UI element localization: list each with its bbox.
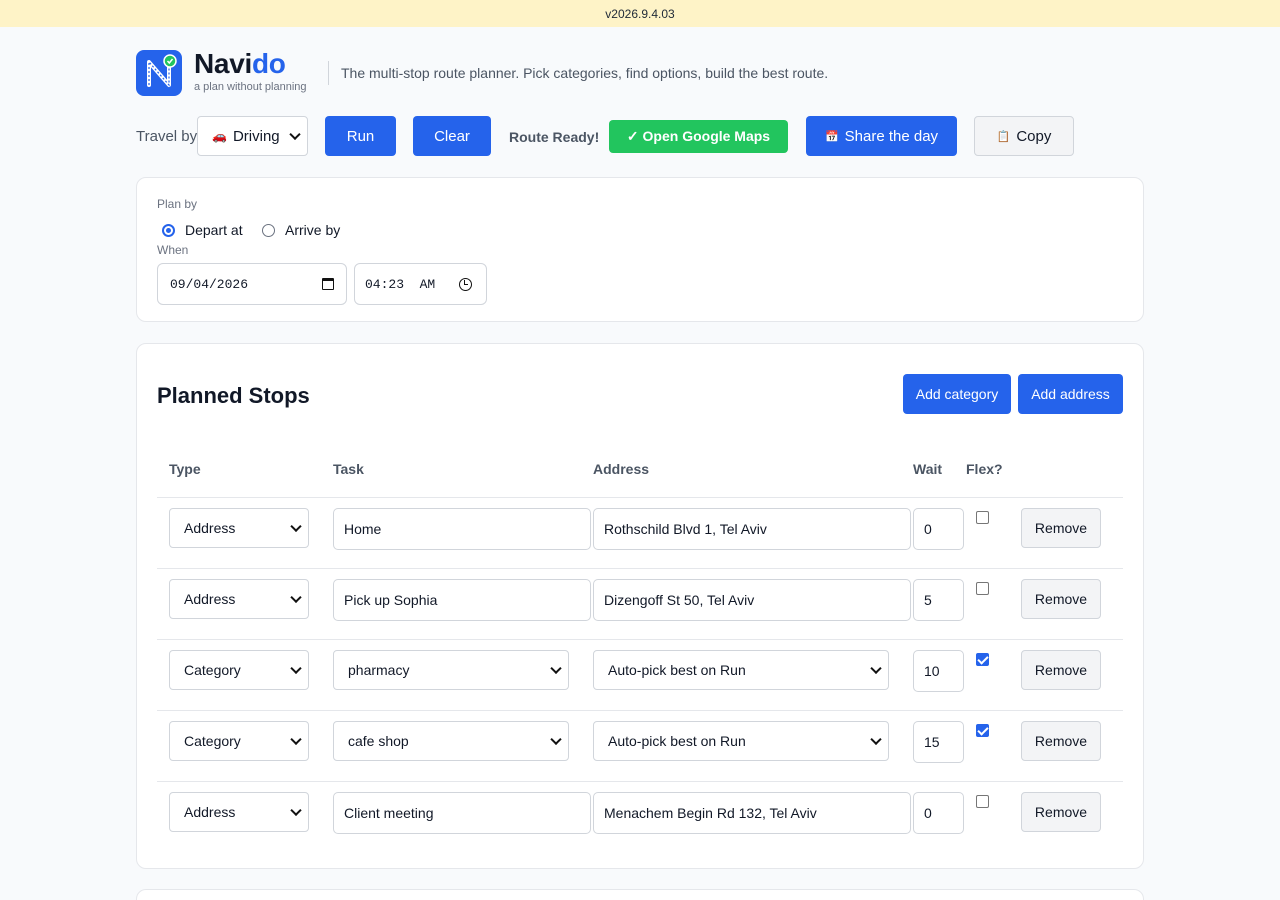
column-header-task: Task [333, 461, 364, 477]
remove-stop-button[interactable]: Remove [1021, 579, 1101, 619]
chevron-down-icon [870, 733, 882, 746]
chevron-down-icon [290, 591, 302, 604]
stop-flex-checkbox[interactable] [976, 511, 989, 524]
row-divider [157, 781, 1123, 782]
stop-address-input[interactable]: Menachem Begin Rd 132, Tel Aviv [593, 792, 911, 834]
stop-wait-input[interactable]: 0 [913, 508, 964, 550]
stop-address-select[interactable]: Auto-pick best on Run [593, 721, 889, 761]
when-label: When [157, 243, 189, 257]
stop-type-select[interactable]: Address [169, 508, 309, 548]
copy-button[interactable]: 📋 Copy [974, 116, 1074, 156]
stop-type-value: Address [184, 804, 236, 820]
stop-task-input[interactable]: Home [333, 508, 591, 550]
row-divider [157, 568, 1123, 569]
share-day-button[interactable]: 📅 Share the day [806, 116, 957, 156]
chevron-down-icon [290, 662, 302, 675]
depart-at-radio[interactable] [162, 224, 175, 237]
chevron-down-icon [290, 520, 302, 533]
planned-stops-title: Planned Stops [157, 383, 310, 408]
plan-settings-card: Plan by Depart at Arrive by When 09/04/2… [136, 177, 1144, 322]
time-input[interactable]: 04:23 AM [354, 263, 487, 305]
arrive-by-label[interactable]: Arrive by [285, 222, 340, 238]
travel-by-label: Travel by [136, 128, 198, 145]
add-category-button[interactable]: Add category [903, 374, 1011, 414]
chevron-down-icon [550, 733, 562, 746]
chevron-down-icon [870, 662, 882, 675]
brand-name: Navido [194, 48, 286, 79]
route-status: Route Ready! [509, 129, 600, 145]
date-input[interactable]: 09/04/2026 [157, 263, 347, 305]
column-header-address: Address [593, 461, 650, 477]
stop-type-select[interactable]: Address [169, 579, 309, 619]
stop-type-value: Category [184, 662, 241, 678]
clock-icon[interactable] [459, 278, 472, 291]
remove-stop-button[interactable]: Remove [1021, 650, 1101, 690]
calendar-icon: 📅 [824, 130, 839, 143]
stop-type-select[interactable]: Category [169, 650, 309, 690]
stop-address-input[interactable]: Rothschild Blvd 1, Tel Aviv [593, 508, 911, 550]
row-divider [157, 710, 1123, 711]
car-icon: 🚗 [212, 129, 227, 143]
navido-logo-icon [136, 50, 182, 96]
remove-stop-button[interactable]: Remove [1021, 508, 1101, 548]
stop-flex-checkbox[interactable] [976, 724, 989, 737]
app-tagline: The multi-stop route planner. Pick categ… [341, 65, 829, 81]
header-divider [328, 61, 329, 85]
travel-mode-select[interactable]: 🚗 Driving [197, 116, 308, 156]
calendar-picker-icon[interactable] [322, 278, 334, 290]
stop-category-value: pharmacy [348, 662, 410, 678]
brand-subtitle: a plan without planning [194, 81, 307, 93]
column-header-type: Type [169, 461, 201, 477]
row-divider [157, 639, 1123, 640]
depart-at-label[interactable]: Depart at [185, 222, 243, 238]
stop-wait-input[interactable]: 5 [913, 579, 964, 621]
row-divider [157, 497, 1123, 498]
stop-address-value: Auto-pick best on Run [608, 733, 746, 749]
stop-flex-checkbox[interactable] [976, 582, 989, 595]
stop-type-select[interactable]: Category [169, 721, 309, 761]
travel-mode-value: Driving [232, 127, 280, 145]
stop-task-input[interactable]: Pick up Sophia [333, 579, 591, 621]
planned-stops-card: Planned Stops Add category Add address T… [136, 343, 1144, 869]
time-value: 04:23 AM [365, 276, 436, 292]
stop-flex-checkbox[interactable] [976, 653, 989, 666]
version-text: v2026.9.4.03 [605, 6, 675, 21]
stop-category-select[interactable]: pharmacy [333, 650, 569, 690]
arrive-by-radio[interactable] [262, 224, 275, 237]
chevron-down-icon [290, 804, 302, 817]
stop-category-value: cafe shop [348, 733, 409, 749]
stop-wait-input[interactable]: 15 [913, 721, 964, 763]
stop-wait-input[interactable]: 0 [913, 792, 964, 834]
column-header-wait: Wait [913, 461, 943, 477]
app-header: Navido a plan without planning The multi… [136, 49, 1144, 97]
remove-stop-button[interactable]: Remove [1021, 792, 1101, 832]
stop-type-value: Address [184, 520, 236, 536]
version-banner: v2026.9.4.03 [0, 0, 1280, 27]
stop-flex-checkbox[interactable] [976, 795, 989, 808]
open-google-maps-button[interactable]: ✓ Open Google Maps [609, 120, 788, 153]
plan-by-label: Plan by [157, 197, 198, 211]
clipboard-icon: 📋 [996, 130, 1011, 143]
date-value: 09/04/2026 [170, 276, 249, 292]
stop-category-select[interactable]: cafe shop [333, 721, 569, 761]
chevron-down-icon [550, 662, 562, 675]
chevron-down-icon [290, 733, 302, 746]
stop-type-value: Category [184, 733, 241, 749]
run-button[interactable]: Run [325, 116, 396, 156]
stop-address-input[interactable]: Dizengoff St 50, Tel Aviv [593, 579, 911, 621]
column-header-flex: Flex? [966, 461, 1003, 477]
stop-address-value: Auto-pick best on Run [608, 662, 746, 678]
clear-button[interactable]: Clear [413, 116, 491, 156]
next-section-card [136, 889, 1144, 900]
chevron-down-icon [289, 128, 301, 141]
stop-task-input[interactable]: Client meeting [333, 792, 591, 834]
remove-stop-button[interactable]: Remove [1021, 721, 1101, 761]
stop-address-select[interactable]: Auto-pick best on Run [593, 650, 889, 690]
toolbar: Travel by 🚗 Driving Run Clear Route Read… [136, 116, 1144, 156]
add-address-button[interactable]: Add address [1018, 374, 1123, 414]
stop-wait-input[interactable]: 10 [913, 650, 964, 692]
stop-type-select[interactable]: Address [169, 792, 309, 832]
stop-type-value: Address [184, 591, 236, 607]
